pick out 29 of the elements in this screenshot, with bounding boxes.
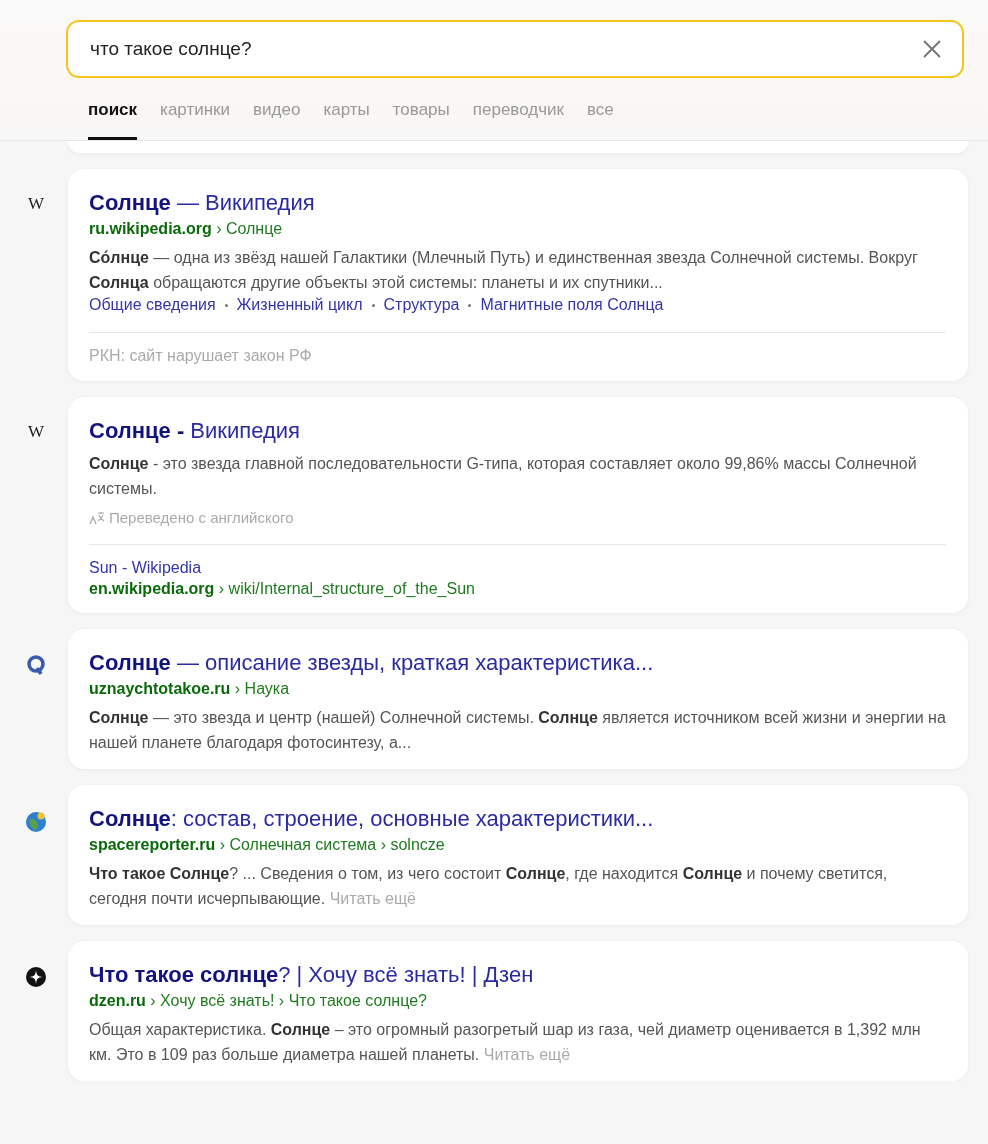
result-snippet: Что такое Солнце? ... Сведения о том, из чего состоит Солнце, где находится Солнце и почему светится, сегодня почти исчерпывающие. Читать ещё xyxy=(89,864,889,909)
favicon: W xyxy=(27,195,44,213)
logo-icon xyxy=(26,655,46,675)
result-url[interactable]: uznaychtotakoe.ru › Наука xyxy=(89,679,946,699)
result-title[interactable]: Солнце - Википедия xyxy=(89,417,946,445)
globe-icon xyxy=(25,811,47,833)
result-title[interactable]: Солнце: состав, строение, основные характеристики... xyxy=(89,805,946,833)
translate-icon xyxy=(89,510,105,525)
favicon: W xyxy=(27,423,44,441)
result-title[interactable]: Солнце — описание звезды, краткая характеристика... xyxy=(89,649,946,677)
sitelink[interactable]: Жизненный цикл xyxy=(236,296,363,314)
result-snippet: Солнце — это звезда и центр (нашей) Солнечной системы. Солнце является источником всей жизни и энергии на нашей планете благодаря фотосинтезу, а... xyxy=(89,708,946,753)
result-url[interactable]: en.wikipedia.org › wiki/Internal_structure_of_the_Sun xyxy=(89,579,946,599)
close-icon[interactable] xyxy=(922,39,942,59)
sitelink[interactable]: Общие сведения xyxy=(89,296,216,314)
star-icon xyxy=(26,967,46,987)
result-title[interactable]: Что такое солнце? | Хочу всё знать! | Дзен xyxy=(89,961,946,989)
translation-note: Переведено с английского xyxy=(109,509,294,526)
source-link[interactable]: Sun - Wikipedia xyxy=(89,559,946,577)
result-title[interactable]: Солнце — Википедия xyxy=(89,189,946,217)
result-url[interactable]: dzen.ru › Хочу всё знать! › Что такое солнце? xyxy=(89,991,946,1011)
result-snippet: Общая характеристика. Солнце – это огромный разогретый шар из газа, чей диаметр оценивается в 1,392 млн км. Это в 109 раз больше диаметра нашей планеты. Читать ещё xyxy=(89,1020,922,1065)
sitelink[interactable]: Магнитные поля Солнца xyxy=(480,296,664,314)
notice-text: РКН: сайт нарушает закон РФ xyxy=(89,347,313,366)
sitelink[interactable]: Структура xyxy=(383,296,460,314)
result-snippet: Со́лнце — одна из звёзд нашей Галактики (Млечный Путь) и единственная звезда Солнечной системы. Вокруг Солнца обращаются другие объекты этой системы: планеты и их спутники... xyxy=(89,248,919,293)
result-snippet: Солнце - это звезда главной последовательности G-типа, которая составляет около 99,86% массы Солнечной системы. xyxy=(89,454,918,499)
result-url[interactable]: ru.wikipedia.org › Солнце xyxy=(89,219,946,239)
result-url[interactable]: spacereporter.ru › Солнечная система › solncze xyxy=(89,835,946,855)
